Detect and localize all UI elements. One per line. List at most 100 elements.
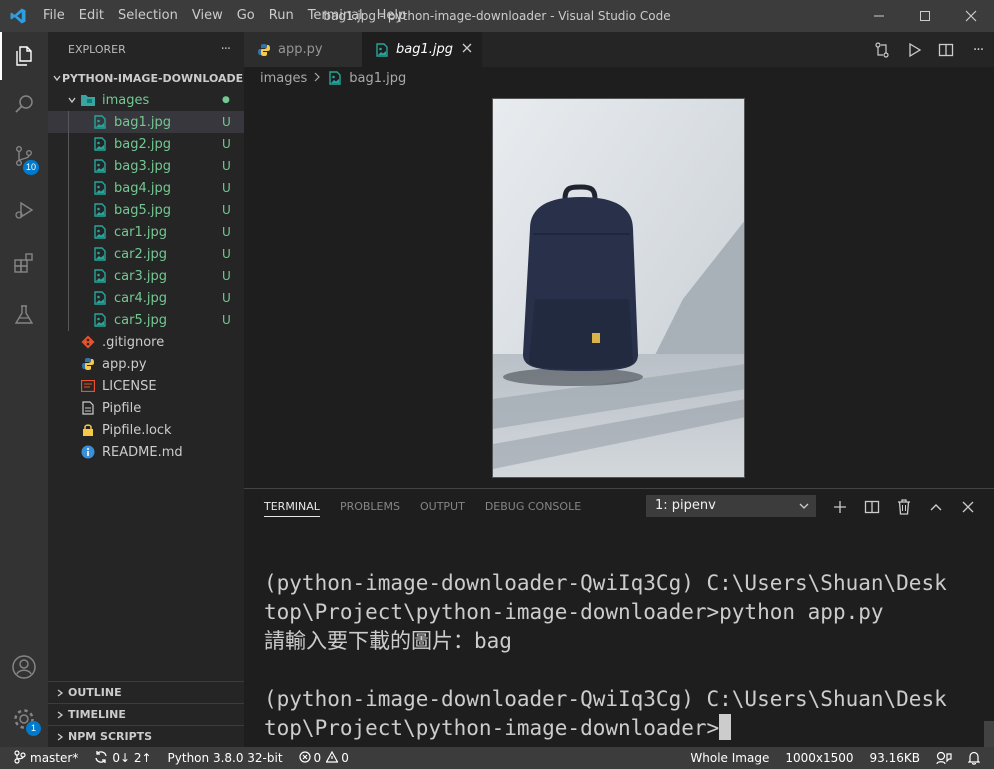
menu-go[interactable]: Go	[230, 0, 262, 32]
file-pipfile[interactable]: Pipfile	[48, 397, 244, 419]
sync-status[interactable]: 0↓ 2↑	[86, 747, 159, 769]
terminal-line: (python-image-downloader-QwiIq3Cg) C:\Us…	[264, 571, 947, 595]
tab-app-py[interactable]: app.py	[244, 32, 362, 67]
python-interpreter-status[interactable]: Python 3.8.0 32-bit	[160, 747, 291, 769]
testing-activity[interactable]	[0, 291, 48, 339]
search-activity[interactable]	[0, 80, 48, 128]
chevron-right-icon	[313, 71, 321, 86]
terminal-selector[interactable]: 1: pipenv	[646, 495, 816, 517]
more-editor-actions-button[interactable]: ···	[962, 32, 994, 67]
open-changes-button[interactable]	[866, 32, 898, 67]
tab-debug-console[interactable]: DEBUG CONSOLE	[485, 489, 581, 524]
folder-images[interactable]: images ●	[48, 89, 244, 111]
minimize-button[interactable]	[856, 0, 902, 32]
feedback-icon[interactable]	[928, 747, 960, 769]
panel-actions	[824, 489, 984, 524]
breadcrumb: images bag1.jpg	[244, 67, 994, 89]
new-terminal-button[interactable]	[824, 489, 856, 524]
info-icon	[80, 444, 96, 460]
split-terminal-button[interactable]	[856, 489, 888, 524]
menu-selection[interactable]: Selection	[111, 0, 185, 32]
maximize-button[interactable]	[902, 0, 948, 32]
settings-badge: 1	[26, 721, 41, 736]
file-app-py[interactable]: app.py	[48, 353, 244, 375]
terminal-output[interactable]: (python-image-downloader-QwiIq3Cg) C:\Us…	[264, 569, 974, 743]
outline-section[interactable]: OUTLINE	[48, 681, 244, 703]
file-label: bag3.jpg	[114, 158, 171, 174]
project-name: PYTHON-IMAGE-DOWNLOADER	[62, 71, 244, 85]
untracked-status: U	[222, 269, 231, 283]
bell-icon[interactable]	[960, 747, 994, 769]
file-label: car5.jpg	[114, 312, 167, 328]
untracked-status: U	[222, 247, 231, 261]
run-button[interactable]	[898, 32, 930, 67]
close-tab-button[interactable]	[462, 42, 472, 57]
terminal-cursor	[719, 714, 732, 740]
menu-run[interactable]: Run	[262, 0, 301, 32]
window-controls	[856, 0, 994, 32]
project-section-header[interactable]: PYTHON-IMAGE-DOWNLOADER	[48, 67, 244, 89]
terminal-scrollbar[interactable]	[984, 721, 994, 747]
untracked-status: U	[222, 137, 231, 151]
explorer-title: EXPLORER	[68, 43, 126, 56]
maximize-panel-button[interactable]	[920, 489, 952, 524]
image-file-row[interactable]: car4.jpg U	[48, 287, 244, 309]
menu-file[interactable]: File	[36, 0, 72, 32]
tab-terminal[interactable]: TERMINAL	[264, 489, 320, 524]
tab-bag1-jpg[interactable]: bag1.jpg	[362, 32, 482, 67]
menu-help[interactable]: Help	[370, 0, 414, 32]
file-label: car4.jpg	[114, 290, 167, 306]
menu-edit[interactable]: Edit	[72, 0, 111, 32]
python-icon	[80, 356, 96, 372]
image-file-icon	[327, 70, 343, 86]
license-icon	[80, 378, 96, 394]
image-file-row[interactable]: bag2.jpg U	[48, 133, 244, 155]
title-bar: File Edit Selection View Go Run Terminal…	[0, 0, 994, 32]
run-debug-activity[interactable]	[0, 186, 48, 234]
image-file-row[interactable]: car3.jpg U	[48, 265, 244, 287]
file-pipfile-lock[interactable]: Pipfile.lock	[48, 419, 244, 441]
terminal-line: (python-image-downloader-QwiIq3Cg) C:\Us…	[264, 687, 947, 711]
explorer-activity[interactable]	[0, 32, 48, 80]
file-label: bag4.jpg	[114, 180, 171, 196]
chevron-down-icon	[799, 496, 809, 523]
file-license[interactable]: LICENSE	[48, 375, 244, 397]
image-file-row[interactable]: bag4.jpg U	[48, 177, 244, 199]
image-file-row[interactable]: bag5.jpg U	[48, 199, 244, 221]
manage-activity[interactable]: 1	[0, 695, 48, 743]
tab-problems[interactable]: PROBLEMS	[340, 489, 400, 524]
more-actions-button[interactable]: ···	[221, 42, 231, 57]
extensions-activity[interactable]	[0, 239, 48, 287]
account-icon	[12, 655, 36, 679]
accounts-activity[interactable]	[0, 643, 48, 691]
image-file-row[interactable]: bag3.jpg U	[48, 155, 244, 177]
close-panel-button[interactable]	[952, 489, 984, 524]
image-file-row[interactable]: bag1.jpg U	[48, 111, 244, 133]
problems-status[interactable]: 0 0	[291, 747, 357, 769]
image-file-row[interactable]: car1.jpg U	[48, 221, 244, 243]
timeline-section[interactable]: TIMELINE	[48, 703, 244, 725]
file-gitignore[interactable]: .gitignore	[48, 331, 244, 353]
file-readme[interactable]: README.md	[48, 441, 244, 463]
split-editor-button[interactable]	[930, 32, 962, 67]
tab-output[interactable]: OUTPUT	[420, 489, 465, 524]
image-file-icon	[374, 42, 390, 58]
image-file-row[interactable]: car5.jpg U	[48, 309, 244, 331]
trash-icon[interactable]	[888, 489, 920, 524]
menu-view[interactable]: View	[185, 0, 230, 32]
file-label: app.py	[102, 356, 147, 372]
file-label: Pipfile	[102, 400, 142, 416]
breadcrumb-file[interactable]: bag1.jpg	[349, 71, 406, 86]
menu-terminal[interactable]: Terminal	[301, 0, 370, 32]
file-label: LICENSE	[102, 378, 157, 394]
image-file-row[interactable]: car2.jpg U	[48, 243, 244, 265]
branch-status[interactable]: master*	[0, 747, 86, 769]
indent-guide	[68, 309, 69, 331]
breadcrumb-folder[interactable]: images	[260, 71, 307, 86]
close-window-button[interactable]	[948, 0, 994, 32]
npm-scripts-section[interactable]: NPM SCRIPTS	[48, 725, 244, 747]
file-label: bag5.jpg	[114, 202, 171, 218]
source-control-activity[interactable]: 10	[0, 132, 48, 180]
extensions-icon	[14, 253, 33, 273]
image-zoom-mode[interactable]: Whole Image	[682, 747, 777, 769]
